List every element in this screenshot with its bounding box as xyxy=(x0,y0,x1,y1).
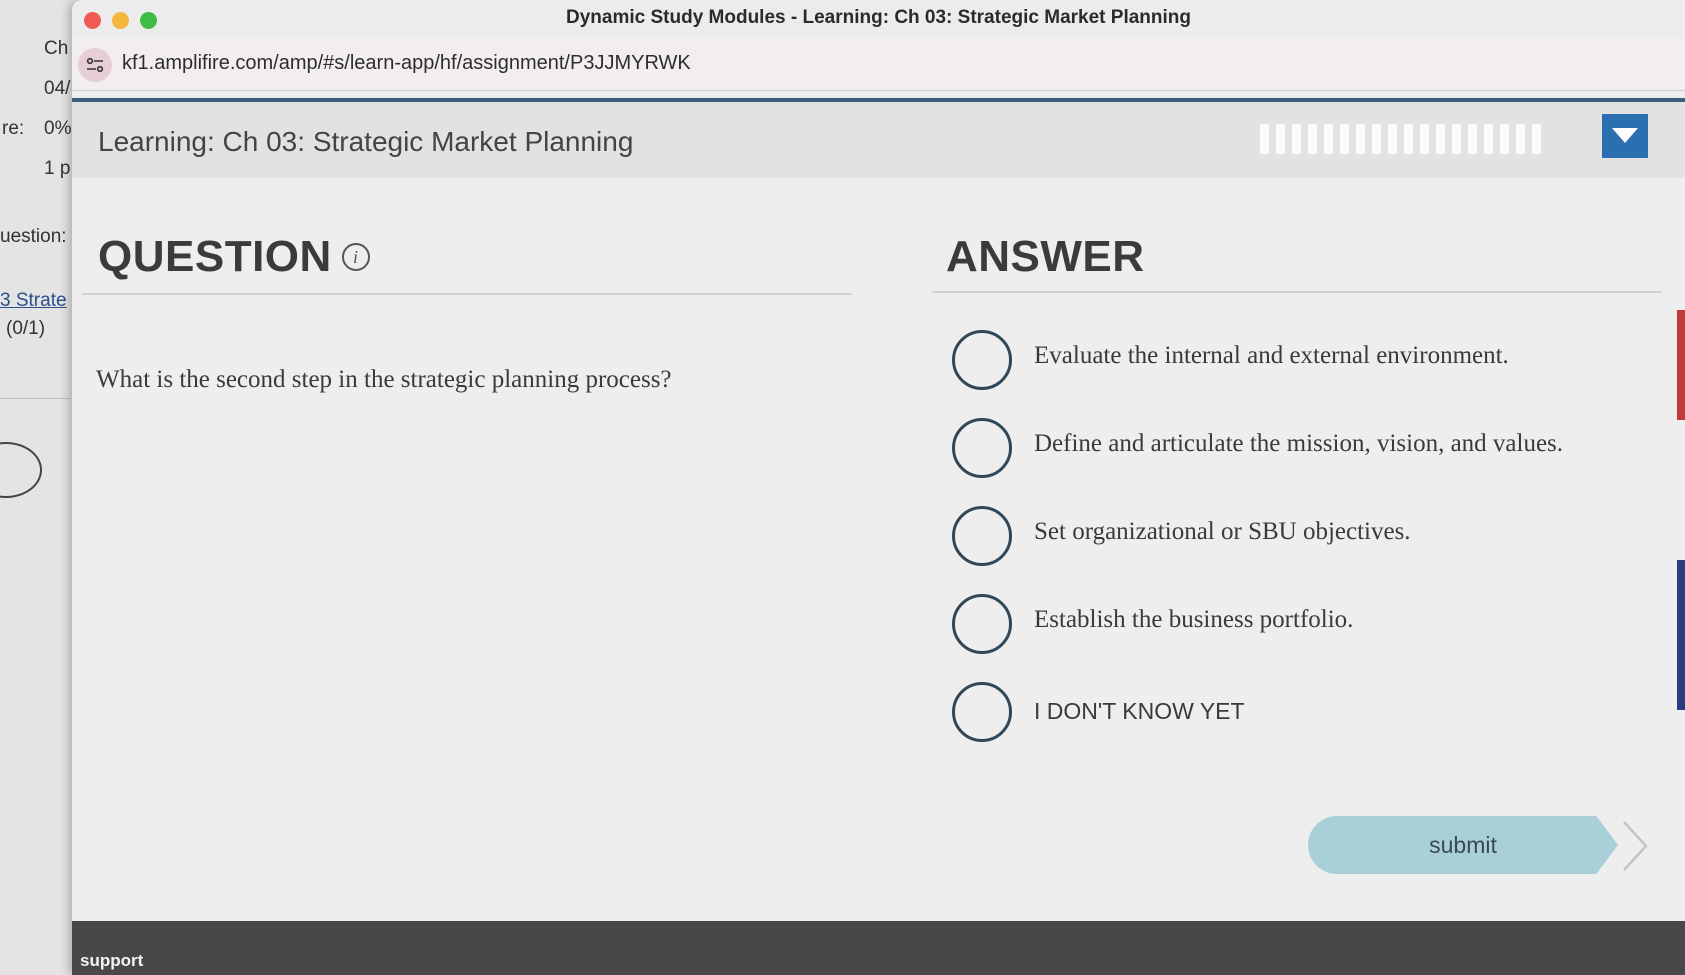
answer-option-label: Set organizational or SBU objectives. xyxy=(1034,518,1411,545)
progress-segment xyxy=(1420,124,1429,154)
browser-window: Dynamic Study Modules - Learning: Ch 03:… xyxy=(72,0,1685,975)
background-window-edge xyxy=(1677,560,1685,710)
bg-circle xyxy=(0,442,42,498)
question-heading-label: QUESTION xyxy=(98,232,332,281)
bg-fragment: (0/1) xyxy=(6,318,46,339)
progress-segment xyxy=(1260,124,1269,154)
question-divider xyxy=(82,293,852,295)
bg-fragment: uestion: xyxy=(0,226,67,247)
answer-option[interactable]: Evaluate the internal and external envir… xyxy=(952,330,1672,396)
radio-button[interactable] xyxy=(952,418,1012,478)
submit-button[interactable]: submit xyxy=(1308,816,1618,874)
support-link[interactable]: support xyxy=(80,951,143,971)
question-heading: QUESTION i xyxy=(98,232,370,282)
progress-segment xyxy=(1500,124,1509,154)
chevron-right-icon xyxy=(1623,821,1648,871)
menu-dropdown-button[interactable] xyxy=(1602,114,1648,158)
address-bar[interactable]: kf1.amplifire.com/amp/#s/learn-app/hf/as… xyxy=(72,38,1685,91)
footer-bar: support xyxy=(72,921,1685,975)
progress-segment xyxy=(1484,124,1493,154)
progress-segment xyxy=(1276,124,1285,154)
bg-fragment: 1 p xyxy=(44,158,71,179)
answer-option-dont-know[interactable]: I DON'T KNOW YET xyxy=(952,682,1672,748)
module-title: Learning: Ch 03: Strategic Market Planni… xyxy=(98,126,634,157)
bg-fragment: re: xyxy=(2,118,25,139)
answer-option-label: I DON'T KNOW YET xyxy=(1034,698,1245,724)
radio-button[interactable] xyxy=(952,682,1012,742)
radio-button[interactable] xyxy=(952,506,1012,566)
radio-button[interactable] xyxy=(952,330,1012,390)
progress-segment xyxy=(1532,124,1541,154)
bg-chapter-link[interactable]: 3 Strate xyxy=(0,290,67,312)
progress-segment xyxy=(1404,124,1413,154)
answer-option-label: Establish the business portfolio. xyxy=(1034,606,1354,633)
answer-option[interactable]: Establish the business portfolio. xyxy=(952,594,1672,660)
background-window-edge xyxy=(1677,310,1685,420)
site-settings-icon[interactable] xyxy=(78,48,112,82)
answer-option[interactable]: Set organizational or SBU objectives. xyxy=(952,506,1672,572)
progress-segment xyxy=(1372,124,1381,154)
background-page: Ch 04/ re: 0% 1 p uestion: 3 Strate (0/1… xyxy=(0,0,80,975)
question-text: What is the second step in the strategic… xyxy=(96,366,672,393)
answer-option-label: Evaluate the internal and external envir… xyxy=(1034,342,1509,369)
progress-meter xyxy=(1260,124,1541,154)
progress-segment xyxy=(1468,124,1477,154)
bg-fragment: 04/ xyxy=(44,78,71,99)
progress-segment xyxy=(1292,124,1301,154)
answer-heading: ANSWER xyxy=(946,232,1145,281)
progress-segment xyxy=(1516,124,1525,154)
bg-divider xyxy=(0,398,70,399)
progress-segment xyxy=(1388,124,1397,154)
url-text[interactable]: kf1.amplifire.com/amp/#s/learn-app/hf/as… xyxy=(122,52,691,75)
title-bar: Dynamic Study Modules - Learning: Ch 03:… xyxy=(72,0,1685,39)
progress-segment xyxy=(1340,124,1349,154)
progress-segment xyxy=(1308,124,1317,154)
info-icon[interactable]: i xyxy=(341,243,370,271)
bg-fragment: Ch xyxy=(44,38,69,59)
answer-option-label: Define and articulate the mission, visio… xyxy=(1034,430,1564,457)
progress-segment xyxy=(1452,124,1461,154)
answer-divider xyxy=(932,291,1662,293)
progress-segment xyxy=(1356,124,1365,154)
window-title: Dynamic Study Modules - Learning: Ch 03:… xyxy=(566,7,1191,28)
answer-option[interactable]: Define and articulate the mission, visio… xyxy=(952,418,1672,484)
chevron-down-icon xyxy=(1612,128,1638,143)
progress-segment xyxy=(1324,124,1333,154)
progress-segment xyxy=(1436,124,1445,154)
bg-fragment: 0% xyxy=(44,118,72,139)
app-header: Learning: Ch 03: Strategic Market Planni… xyxy=(72,102,1685,178)
radio-button[interactable] xyxy=(952,594,1012,654)
